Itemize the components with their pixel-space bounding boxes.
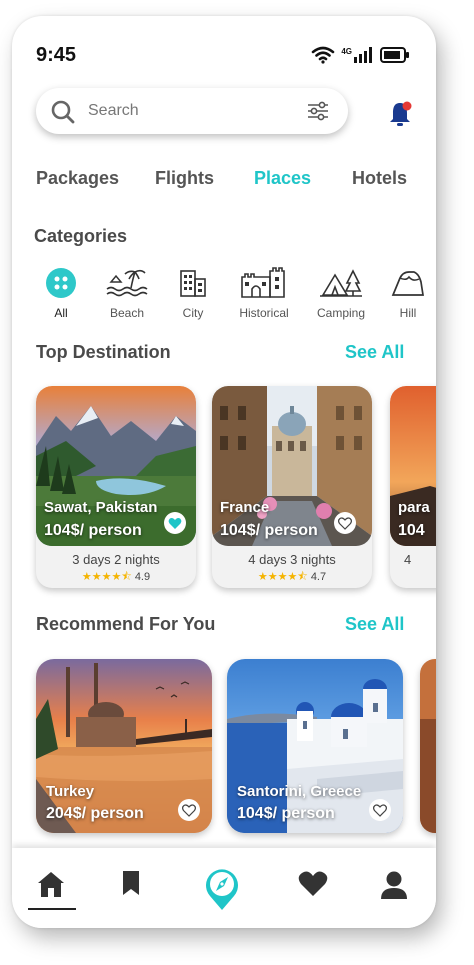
category-all[interactable]: All: [26, 266, 96, 320]
category-camping[interactable]: Camping: [306, 266, 376, 320]
category-city[interactable]: City: [158, 266, 228, 320]
destination-rating: ★★★★⯪ 4.9: [36, 568, 196, 587]
filter-icon[interactable]: [306, 101, 330, 121]
recommend-card-partial[interactable]: [420, 659, 436, 833]
bottom-navigation: [12, 848, 436, 928]
status-icons: 4G: [311, 46, 410, 64]
destination-duration: 4 days 3 nights: [248, 552, 336, 567]
destination-card[interactable]: France 104$/ person 4 days 3 nights ★★★★…: [212, 386, 372, 588]
category-label: Historical: [239, 306, 289, 320]
destination-name: France: [220, 499, 270, 516]
destination-duration: 4: [404, 552, 412, 567]
category-label: Hill: [399, 306, 417, 320]
compass-icon[interactable]: [202, 864, 242, 912]
destination-name: para: [398, 499, 430, 516]
favorite-button[interactable]: [164, 512, 186, 534]
home-active-indicator: [28, 908, 76, 910]
grid-icon: [54, 276, 68, 290]
rating-stars: ★★★★⯪: [257, 571, 308, 583]
heart-icon[interactable]: [298, 870, 328, 897]
heart-outline-icon: [338, 516, 352, 530]
search-input[interactable]: [88, 96, 288, 126]
category-label: All: [54, 306, 68, 320]
wifi-icon: [312, 46, 335, 64]
notification-bell-icon[interactable]: [388, 100, 414, 128]
rating-stars: ★★★★⯪: [81, 571, 132, 583]
battery-icon: [380, 47, 409, 63]
category-historical[interactable]: Historical: [229, 266, 299, 320]
tab-packages[interactable]: Packages: [36, 168, 119, 189]
heart-filled-icon: [168, 517, 182, 529]
profile-icon[interactable]: [380, 870, 408, 900]
destination-name: Sawat, Pakistan: [44, 499, 158, 516]
castle-icon: [241, 267, 285, 298]
recommend-card[interactable]: Santorini, Greece 104$/ person: [227, 659, 403, 833]
tab-hotels[interactable]: Hotels: [352, 168, 407, 189]
category-beach[interactable]: Beach: [92, 266, 162, 320]
network-label: 4G: [341, 46, 352, 56]
beach-icon: [106, 269, 148, 297]
recommend-name: Santorini, Greece: [237, 783, 362, 800]
destination-price: 104: [398, 522, 425, 539]
recommend-image: [420, 659, 436, 833]
search-icon: [51, 100, 75, 124]
destination-price: 104$/ person: [220, 522, 318, 539]
recommend-name: Turkey: [46, 783, 95, 800]
signal-icon: [354, 47, 372, 63]
categories-title: Categories: [34, 226, 128, 246]
tent-icon: [320, 269, 362, 297]
city-icon: [180, 270, 206, 297]
rating-value: 4.7: [310, 571, 327, 583]
favorite-button[interactable]: [369, 799, 391, 821]
heart-outline-icon: [373, 803, 387, 817]
top-destination-title: Top Destination: [36, 342, 171, 362]
phone-screen: 9:45 4G Search Packages Flights Places H…: [12, 16, 436, 928]
tab-flights[interactable]: Flights: [155, 168, 214, 189]
destination-card[interactable]: Sawat, Pakistan 104$/ person 3 days 2 ni…: [36, 386, 196, 588]
destination-card[interactable]: para 104 4: [390, 386, 436, 588]
favorite-button[interactable]: [178, 799, 200, 821]
rating-value: 4.9: [134, 571, 151, 583]
recommend-price: 104$/ person: [237, 805, 335, 822]
category-tabs: Packages Flights Places Hotels: [36, 168, 416, 192]
home-icon[interactable]: [36, 870, 66, 898]
heart-outline-icon: [182, 803, 196, 817]
top-destination-see-all-link[interactable]: See All: [345, 342, 404, 363]
favorite-button[interactable]: [334, 512, 356, 534]
recommend-price: 204$/ person: [46, 805, 144, 822]
hill-icon: [391, 271, 424, 296]
status-time: 9:45: [36, 44, 77, 66]
destination-price: 104$/ person: [44, 522, 142, 539]
categories-row: All Beach City Historical Camping Hill: [26, 266, 436, 322]
category-label: Camping: [316, 306, 366, 320]
destination-duration: 3 days 2 nights: [72, 552, 160, 567]
recommend-title: Recommend For You: [36, 614, 216, 634]
recommend-see-all-link[interactable]: See All: [345, 614, 404, 635]
destination-rating: ★★★★⯪ 4.7: [212, 568, 372, 587]
bookmark-icon[interactable]: [121, 870, 141, 896]
category-label: City: [182, 306, 204, 320]
category-hill[interactable]: Hill: [373, 266, 436, 320]
tab-places[interactable]: Places: [254, 168, 311, 189]
search-bar[interactable]: [36, 88, 348, 134]
category-label: Beach: [109, 306, 145, 320]
recommend-card[interactable]: Turkey 204$/ person: [36, 659, 212, 833]
